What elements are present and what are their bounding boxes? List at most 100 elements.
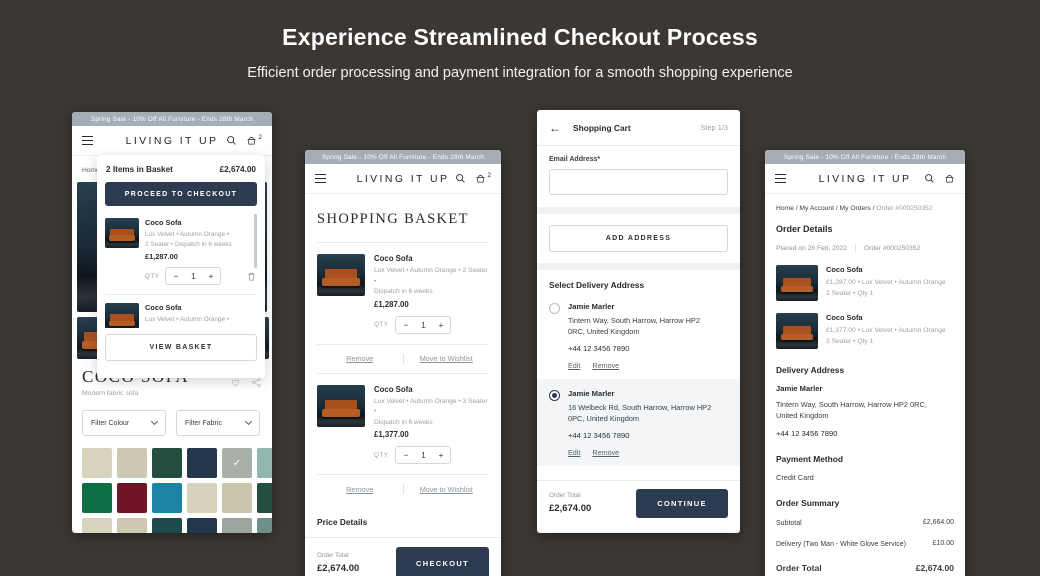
app-header: LIVING IT UP bbox=[765, 164, 965, 194]
colour-swatch[interactable] bbox=[257, 483, 272, 513]
qty-minus-button[interactable]: − bbox=[173, 271, 178, 281]
colour-swatch[interactable] bbox=[152, 483, 182, 513]
item-desc: Lux Velvet • Autumn Orange • bbox=[145, 316, 229, 323]
cart-count-badge: 2 bbox=[487, 172, 491, 179]
address-name: Jamie Marler bbox=[568, 302, 718, 311]
address-text: Tintern Way, South Harrow, Harrow HP2 0R… bbox=[568, 315, 718, 338]
item-name: Coco Sofa bbox=[826, 265, 946, 274]
colour-swatch[interactable] bbox=[187, 518, 217, 533]
radio-unselected-icon[interactable] bbox=[549, 303, 560, 314]
qty-minus-button[interactable]: − bbox=[403, 450, 408, 460]
menu-icon[interactable] bbox=[775, 174, 786, 184]
add-address-button[interactable]: ADD ADDRESS bbox=[549, 225, 728, 252]
cart-icon[interactable]: 2 bbox=[475, 173, 491, 184]
move-to-wishlist-link[interactable]: Move to Wishlist bbox=[404, 354, 490, 363]
order-total-label: Order Total bbox=[317, 552, 359, 559]
qty-plus-button[interactable]: + bbox=[438, 450, 443, 460]
search-icon[interactable] bbox=[924, 173, 935, 184]
item-price: £1,377.00 bbox=[374, 430, 489, 439]
proceed-to-checkout-button[interactable]: PROCEED TO CHECKOUT bbox=[105, 182, 257, 206]
item-name: Coco Sofa bbox=[145, 218, 257, 227]
qty-label: QTY bbox=[145, 273, 159, 280]
item-desc: 2 Seater • Dispatch in 6 weeks bbox=[145, 241, 232, 248]
radio-selected-icon[interactable] bbox=[549, 390, 560, 401]
page-subtitle: Efficient order processing and payment i… bbox=[0, 65, 1040, 81]
qty-value: 1 bbox=[191, 271, 196, 281]
screen-shopping-basket: Spring Sale - 10% Off All Furniture - En… bbox=[305, 150, 501, 576]
breadcrumb-links[interactable]: Home / My Account / My Orders / bbox=[776, 205, 876, 212]
colour-swatch[interactable] bbox=[117, 448, 147, 478]
item-thumbnail bbox=[317, 254, 365, 296]
edit-link[interactable]: Edit bbox=[568, 361, 580, 370]
qty-label: QTY bbox=[374, 452, 388, 459]
colour-swatch[interactable] bbox=[222, 483, 252, 513]
item-desc: £1,287.00 • Lux Velvet • Autumn Orange bbox=[826, 279, 946, 286]
colour-swatch[interactable] bbox=[117, 518, 147, 533]
address-option[interactable]: Jamie Marler Tintern Way, South Harrow, … bbox=[537, 292, 740, 379]
price-details-heading: Price Details bbox=[317, 517, 489, 527]
colour-swatch[interactable]: ✓ bbox=[222, 448, 252, 478]
summary-value: £2,664.00 bbox=[923, 519, 954, 530]
filter-colour-select[interactable]: Filter Colour bbox=[82, 410, 166, 436]
menu-icon[interactable] bbox=[82, 136, 93, 146]
qty-plus-button[interactable]: + bbox=[208, 271, 213, 281]
address-text: 16 Welbeck Rd, South Harrow, Harrow HP2 … bbox=[568, 402, 718, 425]
search-icon[interactable] bbox=[226, 135, 237, 146]
qty-plus-button[interactable]: + bbox=[438, 320, 443, 330]
colour-swatch[interactable] bbox=[222, 518, 252, 533]
trash-icon[interactable] bbox=[246, 271, 257, 282]
screen-product-page: Spring Sale - 10% Off All Furniture - En… bbox=[72, 112, 272, 533]
item-desc: 3 Seater • Qty 1 bbox=[826, 338, 873, 345]
colour-swatch[interactable] bbox=[152, 448, 182, 478]
view-basket-button[interactable]: VIEW BASKET bbox=[105, 334, 257, 361]
colour-swatch[interactable] bbox=[257, 518, 272, 533]
address-name: Jamie Marler bbox=[568, 389, 718, 398]
filter-fabric-select[interactable]: Filter Fabric bbox=[176, 410, 260, 436]
delivery-phone: +44 12 3456 7890 bbox=[776, 429, 954, 438]
colour-swatch[interactable] bbox=[82, 483, 112, 513]
edit-link[interactable]: Edit bbox=[568, 448, 580, 457]
divider bbox=[855, 244, 856, 253]
item-desc: Lux Velvet • Autumn Orange • 3 Seater • bbox=[374, 398, 487, 416]
breadcrumb[interactable]: Home / My Account / My Orders / Order #0… bbox=[776, 205, 954, 212]
cart-icon[interactable]: 2 bbox=[246, 135, 262, 146]
move-to-wishlist-link[interactable]: Move to Wishlist bbox=[404, 485, 490, 494]
item-desc: Dispatch in 6 weeks bbox=[374, 288, 433, 295]
remove-link[interactable]: Remove bbox=[592, 448, 619, 457]
basket-title: SHOPPING BASKET bbox=[317, 211, 489, 228]
continue-button[interactable]: CONTINUE bbox=[636, 489, 728, 518]
filter-colour-label: Filter Colour bbox=[91, 420, 129, 427]
hero-section: Experience Streamlined Checkout Process … bbox=[0, 0, 1040, 81]
colour-swatch[interactable] bbox=[82, 448, 112, 478]
address-option-selected[interactable]: Jamie Marler 16 Welbeck Rd, South Harrow… bbox=[537, 379, 740, 466]
scrollbar[interactable] bbox=[254, 214, 257, 268]
remove-link[interactable]: Remove bbox=[592, 361, 619, 370]
item-name: Coco Sofa bbox=[374, 385, 489, 394]
delivery-name: Jamie Marler bbox=[776, 384, 954, 393]
colour-swatch[interactable] bbox=[187, 483, 217, 513]
qty-minus-button[interactable]: − bbox=[403, 320, 408, 330]
remove-link[interactable]: Remove bbox=[317, 485, 403, 494]
colour-swatch[interactable] bbox=[117, 483, 147, 513]
back-arrow-icon[interactable]: ← bbox=[549, 121, 561, 135]
step-indicator: Step 1/3 bbox=[700, 123, 728, 132]
address-phone: +44 12 3456 7890 bbox=[568, 344, 718, 353]
share-icon[interactable] bbox=[251, 377, 262, 388]
email-input[interactable] bbox=[549, 169, 728, 195]
item-name: Coco Sofa bbox=[374, 254, 489, 263]
checkout-button[interactable]: CHECKOUT bbox=[396, 547, 489, 576]
colour-swatch[interactable] bbox=[82, 518, 112, 533]
basket-item: Coco Sofa Lux Velvet • Autumn Orange • 2… bbox=[317, 243, 489, 344]
colour-swatch[interactable] bbox=[187, 448, 217, 478]
cart-icon[interactable] bbox=[944, 173, 955, 184]
basket-total: £2,674.00 bbox=[220, 165, 256, 174]
item-thumbnail bbox=[105, 218, 139, 248]
colour-swatch[interactable] bbox=[257, 448, 272, 478]
wishlist-heart-icon[interactable] bbox=[230, 377, 241, 388]
colour-swatch[interactable] bbox=[152, 518, 182, 533]
quantity-stepper: − 1 + bbox=[395, 316, 451, 334]
remove-link[interactable]: Remove bbox=[317, 354, 403, 363]
search-icon[interactable] bbox=[455, 173, 466, 184]
menu-icon[interactable] bbox=[315, 174, 326, 184]
checkout-footer: Order Total £2,674.00 CONTINUE bbox=[537, 480, 740, 526]
